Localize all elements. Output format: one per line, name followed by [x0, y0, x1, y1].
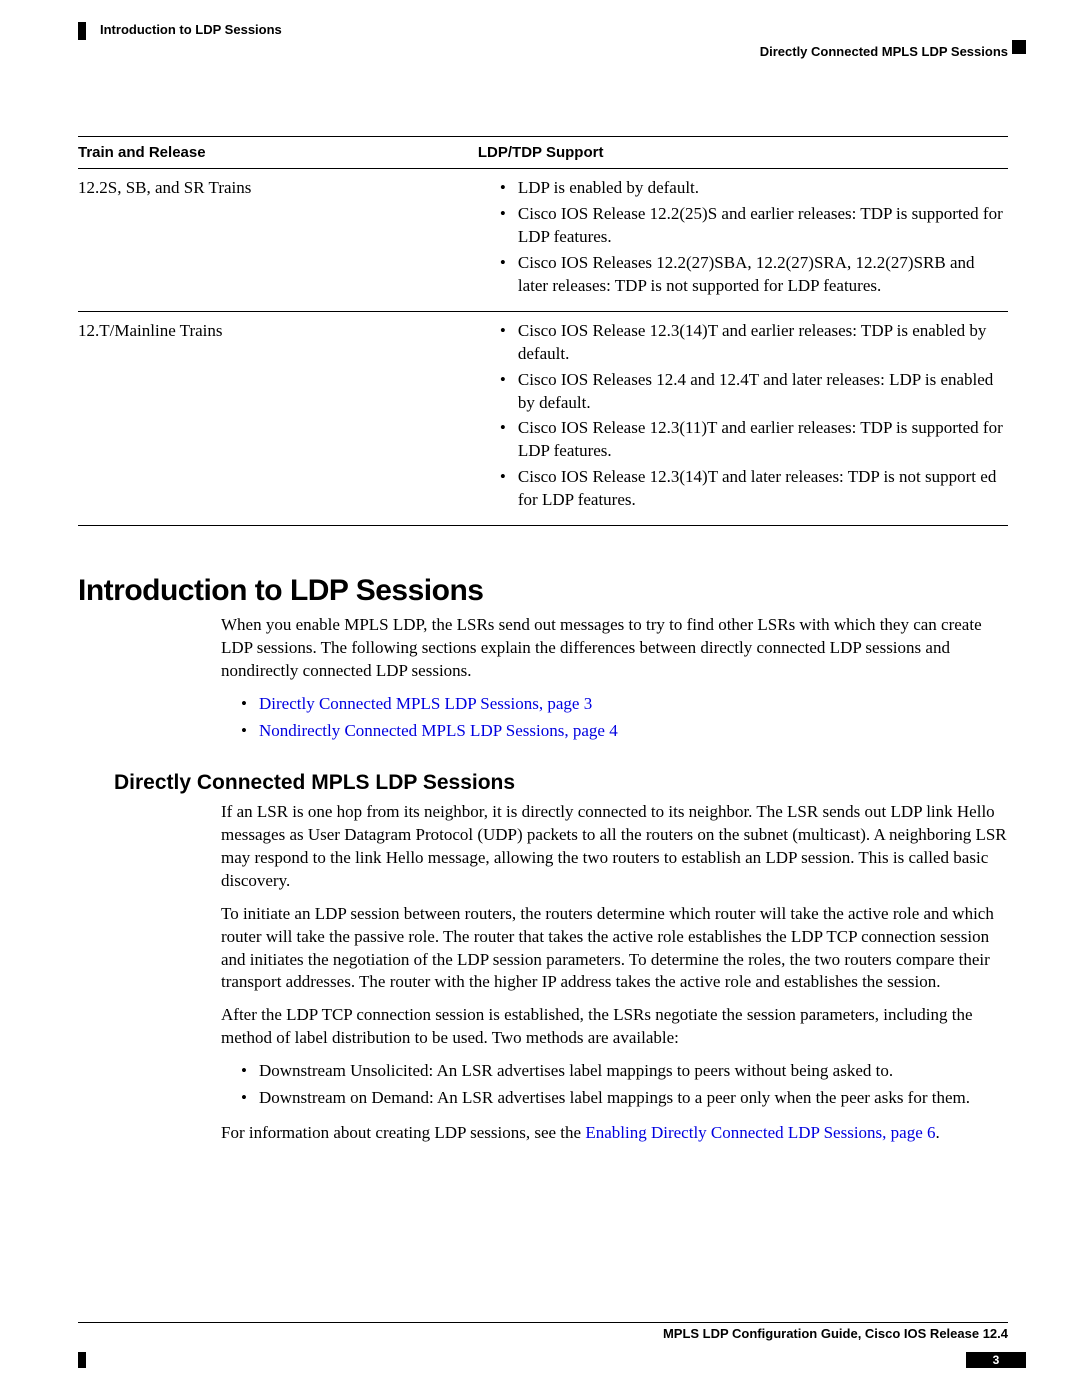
paragraph: For information about creating LDP sessi… [221, 1122, 1008, 1145]
section-body: When you enable MPLS LDP, the LSRs send … [221, 614, 1008, 743]
list-item: Cisco IOS Releases 12.4 and 12.4T and la… [500, 369, 1008, 415]
list-item: Cisco IOS Release 12.3(11)T and earlier … [500, 417, 1008, 463]
running-header-title: Introduction to LDP Sessions [100, 22, 282, 37]
list-item: Cisco IOS Release 12.2(25)S and earlier … [500, 203, 1008, 249]
list-item: Cisco IOS Release 12.3(14)T and later re… [500, 466, 1008, 512]
header-bar-icon [78, 22, 86, 40]
table-cell-support: LDP is enabled by default. Cisco IOS Rel… [478, 169, 1008, 312]
intro-paragraph: When you enable MPLS LDP, the LSRs send … [221, 614, 1008, 683]
table-cell-train: 12.T/Mainline Trains [78, 311, 478, 526]
table-header-support: LDP/TDP Support [478, 137, 1008, 169]
header-marker-icon [1012, 40, 1026, 54]
toc-link-item: Nondirectly Connected MPLS LDP Sessions,… [241, 720, 1008, 743]
list-item: Cisco IOS Release 12.3(14)T and earlier … [500, 320, 1008, 366]
subsection-heading: Directly Connected MPLS LDP Sessions [114, 771, 1008, 795]
text-suffix: . [936, 1123, 940, 1142]
running-header-subtitle: Directly Connected MPLS LDP Sessions [760, 44, 1008, 59]
link-directly-connected[interactable]: Directly Connected MPLS LDP Sessions, pa… [259, 694, 592, 713]
paragraph: To initiate an LDP session between route… [221, 903, 1008, 995]
paragraph: If an LSR is one hop from its neighbor, … [221, 801, 1008, 893]
table-cell-support: Cisco IOS Release 12.3(14)T and earlier … [478, 311, 1008, 526]
table-header-train: Train and Release [78, 137, 478, 169]
footer-title: MPLS LDP Configuration Guide, Cisco IOS … [78, 1326, 1008, 1341]
link-nondirectly-connected[interactable]: Nondirectly Connected MPLS LDP Sessions,… [259, 721, 618, 740]
link-enabling-sessions[interactable]: Enabling Directly Connected LDP Sessions… [585, 1123, 935, 1142]
footer-bar-icon [78, 1352, 86, 1368]
table-row: 12.T/Mainline Trains Cisco IOS Release 1… [78, 311, 1008, 526]
text-prefix: For information about creating LDP sessi… [221, 1123, 585, 1142]
list-item: LDP is enabled by default. [500, 177, 1008, 200]
toc-link-item: Directly Connected MPLS LDP Sessions, pa… [241, 693, 1008, 716]
train-release-table: Train and Release LDP/TDP Support 12.2S,… [78, 136, 1008, 526]
list-item: Downstream Unsolicited: An LSR advertise… [241, 1060, 1008, 1083]
section-heading: Introduction to LDP Sessions [78, 574, 1008, 608]
page-footer: MPLS LDP Configuration Guide, Cisco IOS … [78, 1322, 1008, 1352]
list-item: Downstream on Demand: An LSR advertises … [241, 1087, 1008, 1110]
page-number: 3 [966, 1352, 1026, 1368]
table-row: 12.2S, SB, and SR Trains LDP is enabled … [78, 169, 1008, 312]
list-item: Cisco IOS Releases 12.2(27)SBA, 12.2(27)… [500, 252, 1008, 298]
paragraph: After the LDP TCP connection session is … [221, 1004, 1008, 1050]
subsection-body: If an LSR is one hop from its neighbor, … [221, 801, 1008, 1145]
page-header: Introduction to LDP Sessions Directly Co… [78, 0, 1008, 60]
table-cell-train: 12.2S, SB, and SR Trains [78, 169, 478, 312]
